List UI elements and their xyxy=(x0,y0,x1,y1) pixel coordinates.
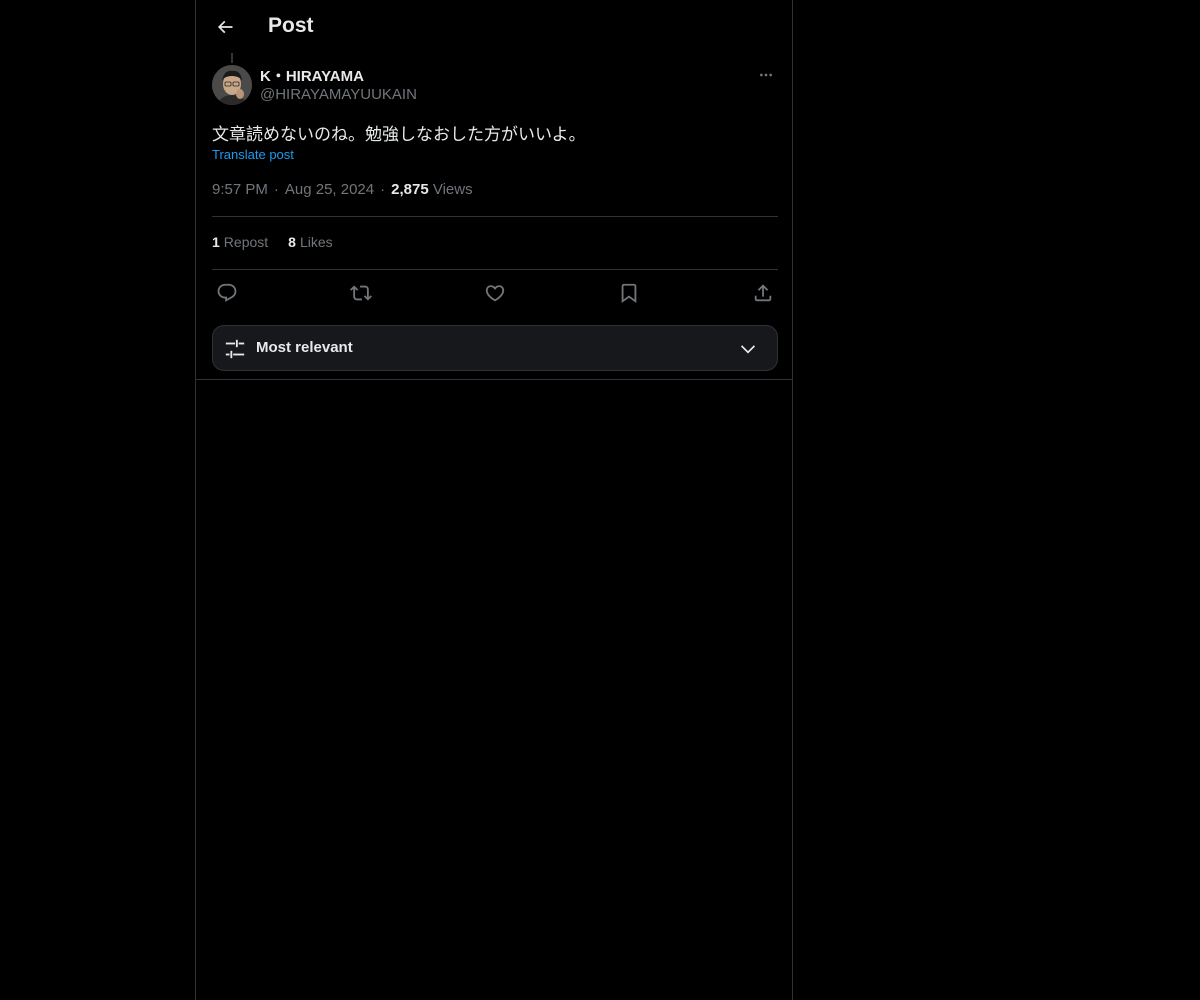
engagement-stats: 1 Repost 8 Likes xyxy=(212,234,333,250)
views-label: Views xyxy=(432,181,473,198)
thread-connector xyxy=(231,53,233,63)
chevron-down-icon xyxy=(737,339,759,359)
repost-icon xyxy=(350,282,372,304)
share-icon xyxy=(752,282,774,304)
like-button[interactable] xyxy=(480,280,510,306)
separator-dot: · xyxy=(380,181,386,198)
reply-button[interactable] xyxy=(212,280,242,306)
more-options-button[interactable] xyxy=(754,64,778,86)
main-column: Post K・HIRAYAMA @HIRAYAMAYUUKAIN 文章読めないの… xyxy=(195,0,793,1000)
likes-label: Likes xyxy=(299,234,333,250)
post-metadata: 9:57 PM · Aug 25, 2024 · 2,875 Views xyxy=(212,181,473,198)
sort-label: Most relevant xyxy=(256,339,353,356)
divider xyxy=(212,269,778,270)
reposts-label: Repost xyxy=(223,234,269,250)
bookmark-button[interactable] xyxy=(614,280,644,306)
back-button[interactable] xyxy=(208,10,242,44)
translate-post-link[interactable]: Translate post xyxy=(212,147,294,162)
reply-icon xyxy=(216,282,238,304)
reply-sort-dropdown[interactable]: Most relevant xyxy=(212,325,778,371)
heart-icon xyxy=(484,282,506,304)
action-bar xyxy=(212,280,778,306)
post-date[interactable]: Aug 25, 2024 xyxy=(285,181,374,198)
bookmark-icon xyxy=(618,282,640,304)
author-name[interactable]: K・HIRAYAMA xyxy=(260,65,364,86)
divider xyxy=(212,216,778,217)
views-count: 2,875 xyxy=(391,181,429,198)
avatar[interactable] xyxy=(212,65,252,105)
reposts-count: 1 xyxy=(212,234,220,250)
section-divider xyxy=(196,379,792,380)
repost-button[interactable] xyxy=(346,280,376,306)
share-button[interactable] xyxy=(748,280,778,306)
more-icon xyxy=(758,67,774,83)
sliders-icon xyxy=(224,338,246,360)
reposts-stat[interactable]: 1 Repost xyxy=(212,234,268,250)
likes-stat[interactable]: 8 Likes xyxy=(288,234,332,250)
author-handle[interactable]: @HIRAYAMAYUUKAIN xyxy=(260,86,417,103)
page-header: Post xyxy=(196,0,792,53)
page-title: Post xyxy=(268,14,314,37)
post-text: 文章読めないのね。勉強しなおした方がいいよ。 xyxy=(212,125,586,144)
likes-count: 8 xyxy=(288,234,296,250)
post-time[interactable]: 9:57 PM xyxy=(212,181,268,198)
separator-dot: · xyxy=(273,181,279,198)
arrow-left-icon xyxy=(215,17,235,37)
